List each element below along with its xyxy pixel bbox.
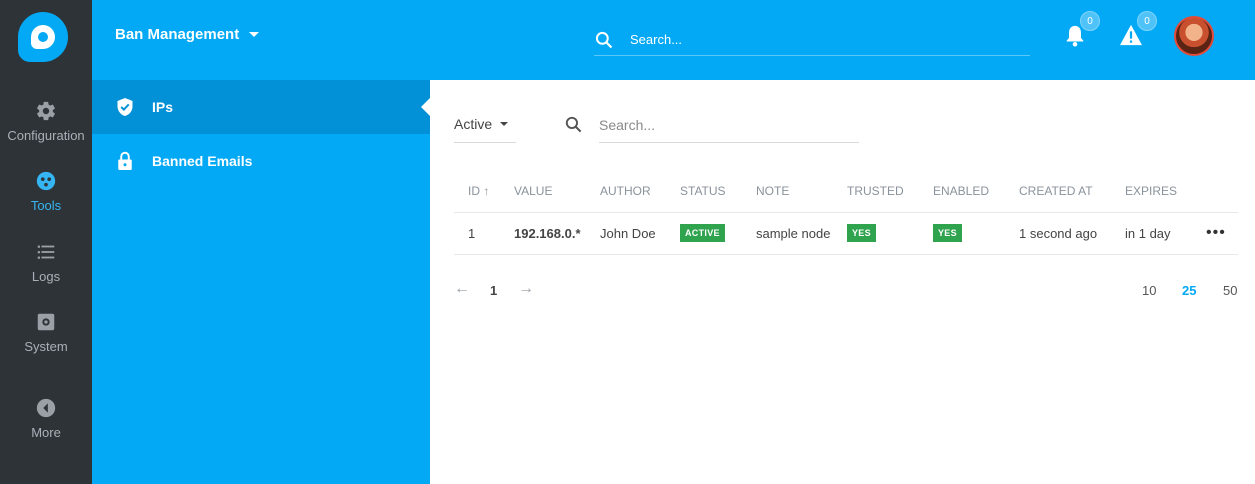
chevron-down-icon bbox=[500, 122, 509, 126]
cell-author: John Doe bbox=[586, 212, 666, 255]
cell-enabled: YES bbox=[919, 212, 1005, 255]
column-header-created-at[interactable]: CREATED AT bbox=[1005, 170, 1111, 213]
nav-item-tools[interactable]: Tools bbox=[0, 170, 92, 213]
page-size-25[interactable]: 25 bbox=[1182, 283, 1196, 298]
subnav-item-ips[interactable]: IPs bbox=[92, 80, 430, 134]
subnav-item-label: IPs bbox=[152, 99, 174, 115]
page-size-50[interactable]: 50 bbox=[1223, 283, 1237, 298]
subnav-item-banned-emails[interactable]: Banned Emails bbox=[92, 134, 430, 188]
enabled-badge: YES bbox=[933, 224, 962, 242]
status-badge: ACTIVE bbox=[680, 224, 725, 242]
lock-icon bbox=[118, 151, 132, 170]
cell-id: 1 bbox=[454, 212, 500, 255]
pagination: ← 1 → 10 25 50 bbox=[454, 280, 1238, 302]
column-header-status[interactable]: STATUS bbox=[666, 170, 742, 213]
cell-value: 192.168.0.* bbox=[500, 212, 586, 255]
notifications-count-badge: 0 bbox=[1080, 11, 1100, 31]
section-switcher[interactable]: Ban Management bbox=[115, 26, 260, 43]
search-underline bbox=[599, 142, 859, 143]
nav-item-configuration[interactable]: Configuration bbox=[0, 100, 92, 143]
cell-expires: in 1 day bbox=[1111, 212, 1192, 255]
status-filter-value: Active bbox=[454, 116, 493, 132]
nav-label: Tools bbox=[30, 198, 62, 213]
top-bar: Search... 0 0 bbox=[430, 0, 1255, 80]
section-title: Ban Management bbox=[115, 26, 240, 43]
nav-item-more[interactable]: More bbox=[0, 397, 92, 440]
page-size-10[interactable]: 10 bbox=[1142, 283, 1156, 298]
cell-created-at: 1 second ago bbox=[1005, 212, 1111, 255]
chevron-down-icon bbox=[249, 32, 260, 37]
prev-page-button[interactable]: ← bbox=[454, 280, 470, 298]
table-search-input[interactable]: Search... bbox=[599, 117, 655, 133]
table-search[interactable]: Search... bbox=[564, 106, 859, 143]
chevron-left-circle-icon bbox=[36, 398, 56, 418]
main-nav-rail: Configuration Tools Logs System More bbox=[0, 0, 92, 484]
column-header-id[interactable]: ID ↑ bbox=[454, 170, 500, 213]
section-subnav: Ban Management IPs Banned Emails bbox=[92, 0, 430, 484]
next-page-button[interactable]: → bbox=[518, 280, 534, 298]
subnav-item-label: Banned Emails bbox=[152, 153, 253, 169]
alerts-count-badge: 0 bbox=[1137, 11, 1157, 31]
nav-label: System bbox=[24, 339, 68, 354]
nav-item-system[interactable]: System bbox=[0, 311, 92, 354]
table-header-row: ID ↑ VALUE AUTHOR STATUS NOTE TRUSTED EN… bbox=[454, 170, 1238, 213]
column-header-actions bbox=[1192, 170, 1238, 213]
app-logo[interactable] bbox=[18, 12, 68, 62]
tools-icon bbox=[36, 171, 56, 191]
nav-label: Logs bbox=[31, 269, 61, 284]
notifications-button[interactable]: 0 bbox=[1064, 11, 1100, 53]
cell-actions: ••• bbox=[1192, 212, 1238, 255]
nav-label: Configuration bbox=[7, 128, 85, 143]
system-icon bbox=[37, 313, 55, 331]
user-avatar[interactable] bbox=[1174, 16, 1214, 56]
column-header-note[interactable]: NOTE bbox=[742, 170, 833, 213]
alerts-button[interactable]: 0 bbox=[1119, 11, 1157, 51]
ip-ban-table: ID ↑ VALUE AUTHOR STATUS NOTE TRUSTED EN… bbox=[454, 170, 1238, 255]
status-filter-select[interactable]: Active bbox=[454, 106, 516, 143]
search-icon bbox=[565, 116, 582, 133]
nav-item-logs[interactable]: Logs bbox=[0, 241, 92, 284]
logo-mark-icon bbox=[31, 25, 55, 49]
column-header-expires[interactable]: EXPIRES bbox=[1111, 170, 1192, 213]
trusted-badge: YES bbox=[847, 224, 876, 242]
column-header-enabled[interactable]: ENABLED bbox=[919, 170, 1005, 213]
shield-check-icon bbox=[117, 98, 133, 116]
gear-icon bbox=[37, 101, 55, 121]
column-header-trusted[interactable]: TRUSTED bbox=[833, 170, 919, 213]
active-pointer bbox=[421, 98, 430, 116]
cell-trusted: YES bbox=[833, 212, 919, 255]
list-icon bbox=[37, 245, 55, 259]
current-page[interactable]: 1 bbox=[490, 283, 497, 298]
global-search[interactable]: Search... bbox=[594, 24, 1030, 56]
column-header-author[interactable]: AUTHOR bbox=[586, 170, 666, 213]
global-search-input[interactable]: Search... bbox=[630, 32, 682, 47]
cell-status: ACTIVE bbox=[666, 212, 742, 255]
column-header-value[interactable]: VALUE bbox=[500, 170, 586, 213]
cell-note: sample node bbox=[742, 212, 833, 255]
search-icon bbox=[595, 31, 613, 48]
sort-asc-icon: ↑ bbox=[483, 183, 490, 198]
nav-label: More bbox=[31, 425, 61, 440]
table-row[interactable]: 1 192.168.0.* John Doe ACTIVE sample nod… bbox=[454, 212, 1238, 255]
more-actions-icon[interactable]: ••• bbox=[1206, 224, 1226, 241]
